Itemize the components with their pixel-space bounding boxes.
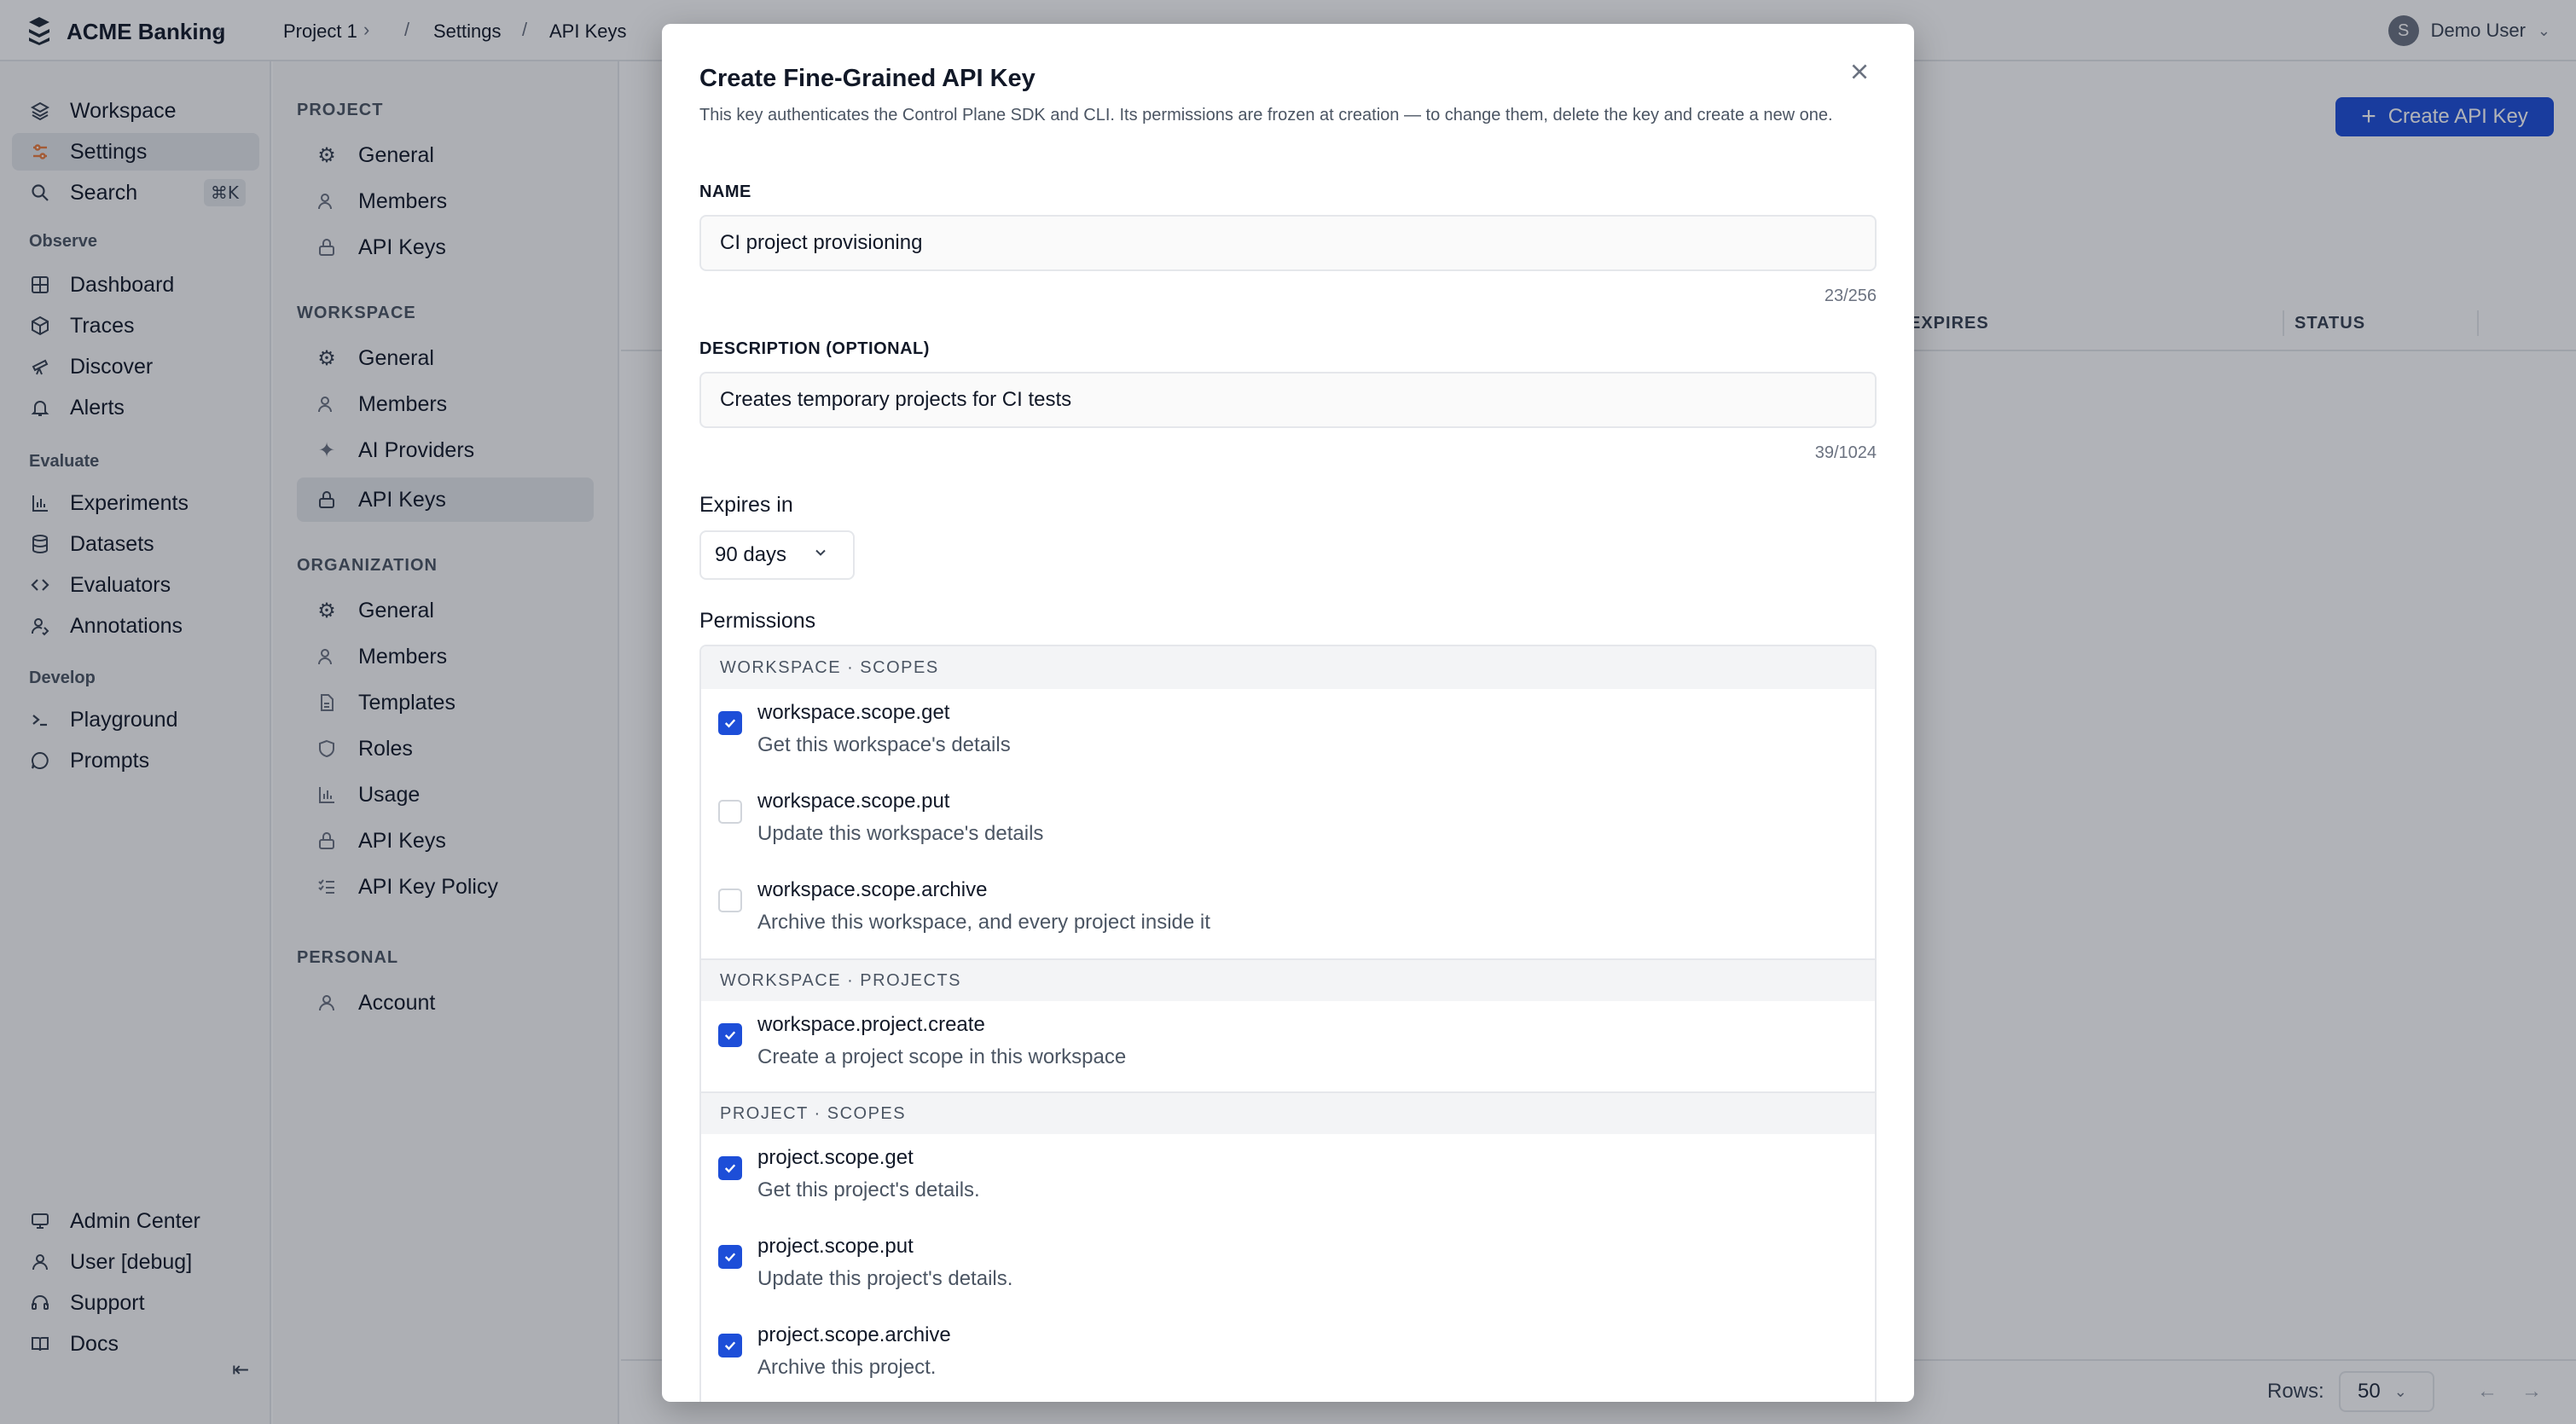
permission-item[interactable]: project.scope.get Get this project's det…: [701, 1136, 1875, 1224]
permission-group-header: WORKSPACE · SCOPES: [701, 646, 1875, 689]
permission-description: Update this project's details.: [757, 1267, 1013, 1290]
permission-name: workspace.scope.put: [757, 790, 950, 813]
permission-item[interactable]: workspace.project.create Create a projec…: [701, 1003, 1875, 1091]
permission-group-header: PROJECT · SCOPES: [701, 1091, 1875, 1134]
description-field-label: DESCRIPTION (OPTIONAL): [699, 339, 930, 358]
permission-name: workspace.project.create: [757, 1013, 985, 1036]
name-field-label: NAME: [699, 182, 751, 201]
permission-description: Get this project's details.: [757, 1178, 980, 1201]
name-char-count: 23/256: [1824, 287, 1877, 305]
permission-name: workspace.scope.archive: [757, 878, 988, 901]
permission-checkbox[interactable]: [718, 1334, 742, 1357]
permission-checkbox[interactable]: [718, 800, 742, 824]
name-input[interactable]: [699, 215, 1877, 271]
permission-description: Get this workspace's details: [757, 733, 1011, 756]
close-icon[interactable]: [1842, 55, 1877, 89]
permission-item[interactable]: project.scope.archive Archive this proje…: [701, 1313, 1875, 1402]
permission-description: Update this workspace's details: [757, 822, 1044, 845]
chevron-down-icon: [812, 543, 829, 567]
dialog-title: Create Fine-Grained API Key: [699, 65, 1036, 92]
permission-item[interactable]: project.scope.put Update this project's …: [701, 1224, 1875, 1313]
permission-name: project.scope.archive: [757, 1323, 951, 1346]
permission-checkbox[interactable]: [718, 1023, 742, 1047]
permissions-list: WORKSPACE · SCOPES workspace.scope.get G…: [699, 645, 1877, 1402]
permission-name: workspace.scope.get: [757, 701, 950, 724]
permission-item[interactable]: workspace.scope.archive Archive this wor…: [701, 868, 1875, 957]
permission-name: project.scope.put: [757, 1235, 914, 1258]
dialog-description: This key authenticates the Control Plane…: [699, 106, 1833, 124]
check-icon: [724, 719, 736, 728]
permission-description: Archive this project.: [757, 1356, 937, 1379]
create-api-key-dialog: Create Fine-Grained API Key This key aut…: [662, 24, 1914, 1402]
permission-checkbox[interactable]: [718, 711, 742, 735]
permission-checkbox[interactable]: [718, 1156, 742, 1180]
permission-checkbox[interactable]: [718, 889, 742, 912]
permission-item[interactable]: workspace.scope.put Update this workspac…: [701, 779, 1875, 868]
check-icon: [724, 1253, 736, 1262]
permission-description: Create a project scope in this workspace: [757, 1045, 1127, 1068]
permission-group-header: WORKSPACE · PROJECTS: [701, 958, 1875, 1001]
check-icon: [724, 1164, 736, 1173]
expires-select[interactable]: 90 days: [699, 530, 855, 580]
check-icon: [724, 1341, 736, 1351]
permission-checkbox[interactable]: [718, 1245, 742, 1269]
permission-description: Archive this workspace, and every projec…: [757, 911, 1210, 934]
check-icon: [724, 1031, 736, 1040]
expires-label: Expires in: [699, 493, 793, 517]
permission-item[interactable]: workspace.scope.get Get this workspace's…: [701, 691, 1875, 779]
description-char-count: 39/1024: [1814, 443, 1877, 462]
description-input[interactable]: [699, 372, 1877, 428]
permissions-label: Permissions: [699, 609, 816, 633]
expires-value: 90 days: [715, 543, 787, 566]
permission-name: project.scope.get: [757, 1146, 914, 1169]
